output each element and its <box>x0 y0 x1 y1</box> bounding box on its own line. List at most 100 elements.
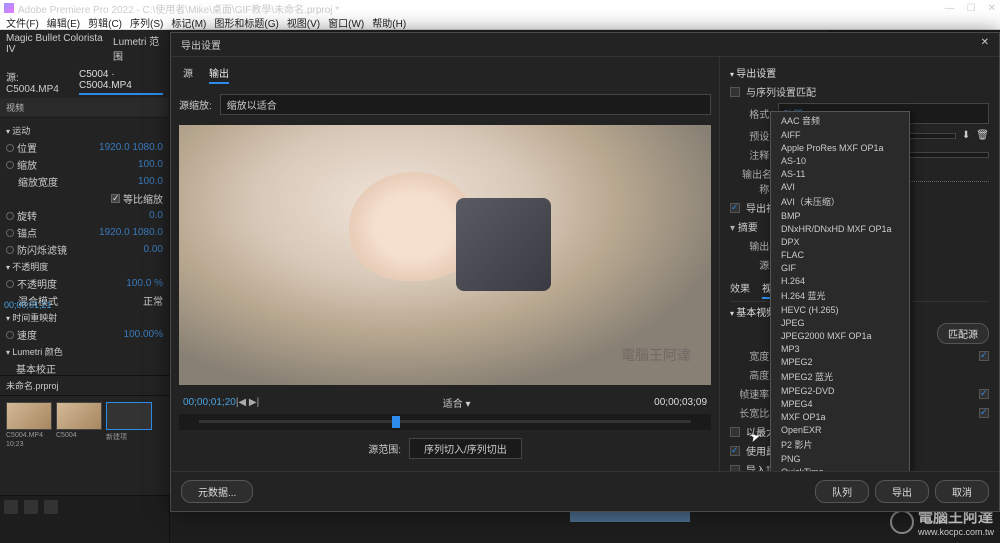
menu-file[interactable]: 文件(F) <box>6 15 39 30</box>
format-option[interactable]: AS-11 <box>771 167 909 180</box>
tab-colorista[interactable]: Magic Bullet Colorista IV <box>6 33 103 63</box>
format-option[interactable]: OpenEXR <box>771 423 909 436</box>
format-option[interactable]: AVI <box>771 180 909 193</box>
video-header: 视频 <box>0 98 169 118</box>
project-item[interactable]: C5004.MP410;23 <box>6 402 52 448</box>
tab-lumetri-scope[interactable]: Lumetri 范围 <box>113 33 163 63</box>
source-scale-select[interactable]: 缩放以适合 <box>220 94 711 115</box>
format-option[interactable]: P2 影片 <box>771 436 909 452</box>
format-option[interactable]: MPEG2-DVD <box>771 384 909 397</box>
prop-blend-value[interactable]: 正常 <box>143 293 163 308</box>
import-project-checkbox[interactable] <box>730 465 740 472</box>
tool-button[interactable] <box>44 500 58 514</box>
max-depth-checkbox[interactable] <box>730 427 740 437</box>
comment-label: 注释: <box>730 147 772 162</box>
tab-effect-controls[interactable]: C5004 · C5004.MP4 <box>79 69 163 95</box>
scrub-bar[interactable] <box>179 414 711 430</box>
project-item[interactable]: 新建项 <box>106 402 152 448</box>
tab-source[interactable]: 源 <box>183 65 193 84</box>
dialog-close-icon[interactable]: ✕ <box>981 37 989 52</box>
tab-output[interactable]: 输出 <box>209 65 229 84</box>
max-quality-checkbox[interactable] <box>730 446 740 456</box>
menu-edit[interactable]: 编辑(E) <box>47 15 80 30</box>
format-option[interactable]: MP3 <box>771 342 909 355</box>
close-button[interactable]: ✕ <box>988 3 996 14</box>
save-preset-icon[interactable]: ⬇ <box>962 130 970 141</box>
format-option[interactable]: BMP <box>771 209 909 222</box>
format-option[interactable]: AVI（未压缩） <box>771 193 909 209</box>
section-opacity[interactable]: 不透明度 <box>6 258 163 275</box>
cancel-button[interactable]: 取消 <box>935 480 989 503</box>
prop-speed-value[interactable]: 100.00% <box>124 329 163 340</box>
format-option[interactable]: HEVC (H.265) <box>771 303 909 316</box>
format-option[interactable]: AIFF <box>771 128 909 141</box>
section-lumetri[interactable]: Lumetri 颜色 <box>6 343 163 360</box>
section-motion[interactable]: 运动 <box>6 122 163 139</box>
menu-window[interactable]: 窗口(W) <box>328 15 364 30</box>
prop-rotation-label: 旋转 <box>17 212 37 223</box>
format-option[interactable]: MPEG2 <box>771 355 909 368</box>
format-option[interactable]: GIF <box>771 261 909 274</box>
prop-position-value[interactable]: 1920.0 1080.0 <box>99 142 163 153</box>
menu-help[interactable]: 帮助(H) <box>372 15 406 30</box>
export-video-checkbox[interactable] <box>730 203 740 213</box>
prop-rotation-value[interactable]: 0.0 <box>149 210 163 221</box>
format-option[interactable]: H.264 <box>771 274 909 287</box>
minimize-button[interactable]: — <box>945 3 955 14</box>
format-option[interactable]: AAC 音频 <box>771 112 909 128</box>
prop-opacity-value[interactable]: 100.0 % <box>126 278 163 289</box>
menu-graphics[interactable]: 图形和标题(G) <box>214 15 278 30</box>
prop-antiflicker-value[interactable]: 0.00 <box>144 244 163 255</box>
fps-match-checkbox[interactable] <box>979 389 989 399</box>
width-match-checkbox[interactable] <box>979 351 989 361</box>
aspect-match-checkbox[interactable] <box>979 408 989 418</box>
export-settings-header[interactable]: 导出设置 <box>730 63 989 82</box>
format-dropdown[interactable]: AAC 音频AIFFApple ProRes MXF OP1aAS-10AS-1… <box>770 111 910 471</box>
match-sequence-checkbox[interactable] <box>730 87 740 97</box>
format-option[interactable]: JPEG2000 MXF OP1a <box>771 329 909 342</box>
timecode-in[interactable]: 00;00;01;20 <box>183 397 236 408</box>
format-option[interactable]: H.264 蓝光 <box>771 287 909 303</box>
height-label: 高度: <box>730 367 772 382</box>
timeline-clip[interactable] <box>570 512 690 522</box>
match-source-button[interactable]: 匹配源 <box>937 323 989 344</box>
prop-scale-value[interactable]: 100.0 <box>138 159 163 170</box>
source-range-select[interactable]: 序列切入/序列切出 <box>409 438 522 459</box>
tab-effects[interactable]: 效果 <box>730 280 750 299</box>
tool-button[interactable] <box>24 500 38 514</box>
format-option[interactable]: MXF OP1a <box>771 410 909 423</box>
section-timeremap[interactable]: 时间重映射 <box>6 309 163 326</box>
queue-button[interactable]: 队列 <box>815 480 869 503</box>
export-button[interactable]: 导出 <box>875 480 929 503</box>
format-option[interactable]: Apple ProRes MXF OP1a <box>771 141 909 154</box>
format-option[interactable]: DPX <box>771 235 909 248</box>
maximize-button[interactable]: ☐ <box>967 3 976 14</box>
prop-scalew-value[interactable]: 100.0 <box>138 176 163 187</box>
metadata-button[interactable]: 元数据... <box>181 480 253 503</box>
menu-sequence[interactable]: 序列(S) <box>130 15 163 30</box>
project-item[interactable]: C5004 <box>56 402 102 448</box>
menu-view[interactable]: 视图(V) <box>287 15 320 30</box>
format-option[interactable]: AS-10 <box>771 154 909 167</box>
format-option[interactable]: FLAC <box>771 248 909 261</box>
tab-source-clip[interactable]: 源: C5004.MP4 <box>6 69 69 95</box>
play-controls[interactable]: |◀ ▶| <box>236 397 259 408</box>
tool-button[interactable] <box>4 500 18 514</box>
project-tab[interactable]: 未命名.prproj <box>0 376 170 396</box>
delete-preset-icon[interactable]: 🗑 <box>976 130 989 141</box>
prop-anchor-value[interactable]: 1920.0 1080.0 <box>99 227 163 238</box>
prop-uniform-label[interactable]: 等比缩放 <box>123 195 163 206</box>
playhead-icon[interactable] <box>392 416 400 428</box>
summary-source-label: 源: <box>730 257 772 272</box>
format-option[interactable]: JPEG <box>771 316 909 329</box>
format-option[interactable]: QuickTime <box>771 465 909 471</box>
format-option[interactable]: PNG <box>771 452 909 465</box>
lumetri-basic[interactable]: 基本校正 <box>6 361 56 376</box>
format-option[interactable]: DNxHR/DNxHD MXF OP1a <box>771 222 909 235</box>
format-option[interactable]: MPEG2 蓝光 <box>771 368 909 384</box>
format-option[interactable]: MPEG4 <box>771 397 909 410</box>
menu-clip[interactable]: 剪辑(C) <box>88 15 122 30</box>
menu-marker[interactable]: 标记(M) <box>171 15 206 30</box>
preset-label: 预设: <box>730 128 772 143</box>
timecode-out[interactable]: 00;00;03;09 <box>654 397 707 408</box>
